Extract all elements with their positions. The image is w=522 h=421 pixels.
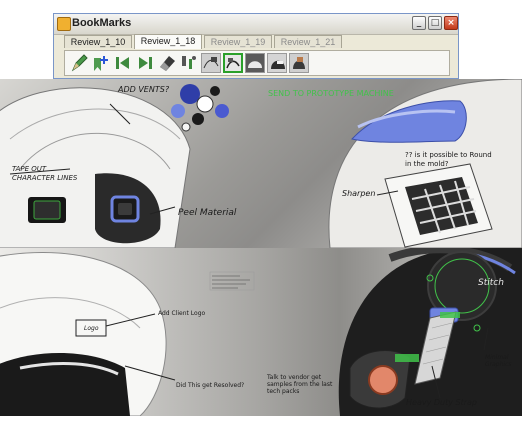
helmet-thumb-icon[interactable] [245, 53, 265, 73]
note-peel-material: Peel Material [178, 208, 237, 218]
note-sharpen: Sharpen [342, 189, 376, 198]
previous-icon[interactable] [113, 53, 133, 73]
note-round-in-mold: ?? is it possible to Round in the mold? [405, 151, 492, 168]
tab-review-1-21[interactable]: Review_1_21 [274, 35, 342, 48]
helmet-sketches-bottom [0, 248, 522, 416]
close-button[interactable]: × [444, 16, 458, 30]
note-logo-box: Logo [84, 325, 99, 332]
note-add-vents: ADD VENTS? [118, 85, 170, 94]
note-send-to-prototype: SEND TO PROTOTYPE MACHINE [268, 89, 394, 98]
sketch-thumb-icon[interactable] [201, 53, 221, 73]
add-bookmark-icon[interactable] [91, 53, 111, 73]
minimize-button[interactable]: _ [412, 16, 426, 30]
tab-review-1-19[interactable]: Review_1_19 [204, 35, 272, 48]
bottom-border [0, 416, 522, 421]
note-did-this-get-resolved: Did This get Resolved? [176, 382, 245, 389]
bookmarks-window: BookMarks _ □ × Review_1_10 Review_1_18 … [53, 13, 459, 79]
note-stitch: Stitch [478, 278, 504, 288]
note-minimal-graphics: Minimal Graphics [485, 354, 512, 368]
bookmarks-app-icon [57, 17, 71, 31]
note-talk-to-vendor: Talk to vendor get samples from the last… [267, 374, 333, 395]
sketch-thumb-selected-icon[interactable] [223, 53, 243, 73]
maximize-button[interactable]: □ [428, 16, 442, 30]
review-sketch-top: ADD VENTS? TAPE OUT CHARACTER LINES Peel… [0, 79, 522, 248]
title-bar[interactable]: BookMarks _ □ × [54, 14, 458, 35]
tab-review-1-18[interactable]: Review_1_18 [134, 34, 202, 49]
bookmark-toolbar [64, 50, 450, 76]
helmet-thumb-icon[interactable] [289, 53, 309, 73]
brush-icon[interactable] [179, 53, 199, 73]
review-sketch-bottom: Add Client Logo Logo Did This get Resolv… [0, 248, 522, 416]
pencil-icon[interactable] [69, 53, 89, 73]
helmet-thumb-icon[interactable] [267, 53, 287, 73]
note-add-client-logo: Add Client Logo [158, 310, 206, 317]
note-tape-out: TAPE OUT CHARACTER LINES [12, 165, 78, 182]
window-title: BookMarks [72, 17, 132, 29]
eraser-icon[interactable] [157, 53, 177, 73]
tab-review-1-10[interactable]: Review_1_10 [64, 35, 132, 48]
next-icon[interactable] [135, 53, 155, 73]
note-heavy-duty-strap: Heavy Duty Strap [406, 398, 477, 407]
